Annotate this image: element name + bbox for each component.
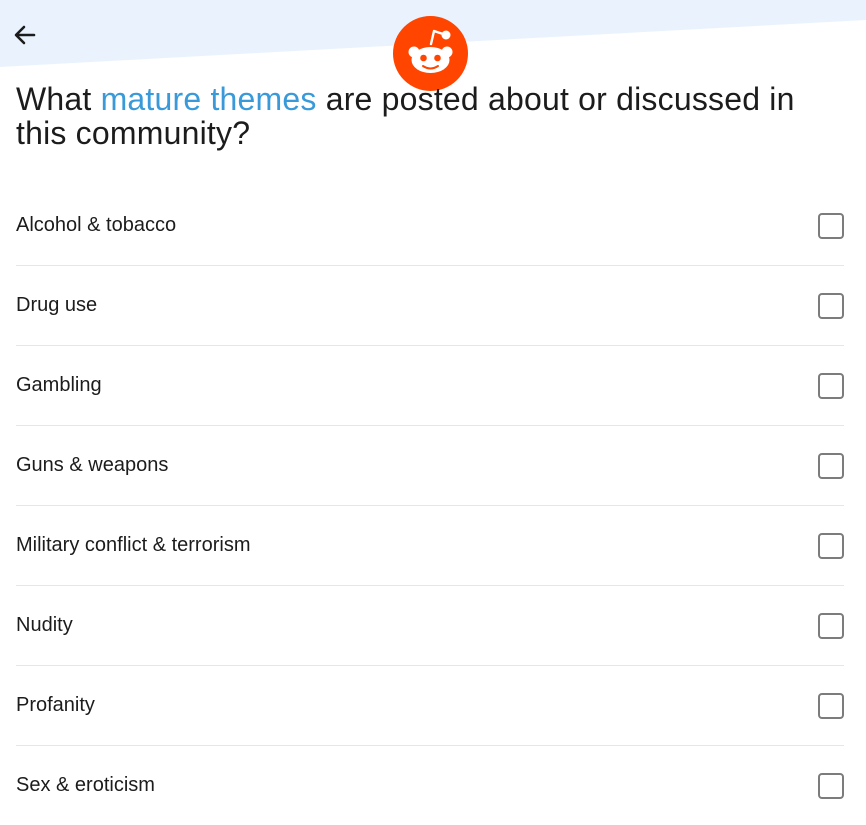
option-label: Sex & eroticism	[16, 774, 155, 796]
mature-themes-list: Alcohol & tobacco Drug use Gambling Guns…	[16, 186, 844, 825]
option-profanity[interactable]: Profanity	[16, 666, 844, 746]
option-drug-use[interactable]: Drug use	[16, 266, 844, 346]
option-guns-weapons[interactable]: Guns & weapons	[16, 426, 844, 506]
option-label: Nudity	[16, 614, 73, 636]
option-label: Profanity	[16, 694, 95, 716]
checkbox[interactable]	[818, 292, 844, 319]
option-label: Gambling	[16, 374, 102, 396]
back-button[interactable]	[8, 18, 42, 52]
option-label: Guns & weapons	[16, 454, 169, 476]
option-military-conflict-terrorism[interactable]: Military conflict & terrorism	[16, 506, 844, 586]
checkbox[interactable]	[818, 452, 844, 479]
checkbox[interactable]	[818, 612, 844, 639]
checkbox[interactable]	[818, 212, 844, 239]
checkbox[interactable]	[818, 532, 844, 559]
checkbox[interactable]	[818, 772, 844, 799]
checkbox[interactable]	[818, 372, 844, 399]
option-gambling[interactable]: Gambling	[16, 346, 844, 426]
option-nudity[interactable]: Nudity	[16, 586, 844, 666]
reddit-logo-icon	[393, 16, 468, 91]
option-label: Military conflict & terrorism	[16, 534, 251, 556]
option-sex-eroticism[interactable]: Sex & eroticism	[16, 746, 844, 825]
option-label: Drug use	[16, 294, 98, 316]
page-title: What mature themes are posted about or d…	[16, 82, 850, 150]
arrow-left-icon	[14, 25, 36, 45]
option-label: Alcohol & tobacco	[16, 214, 177, 236]
checkbox[interactable]	[818, 692, 844, 719]
title-prefix: What	[16, 81, 101, 117]
option-alcohol-tobacco[interactable]: Alcohol & tobacco	[16, 186, 844, 266]
title-highlight: mature themes	[100, 81, 317, 117]
